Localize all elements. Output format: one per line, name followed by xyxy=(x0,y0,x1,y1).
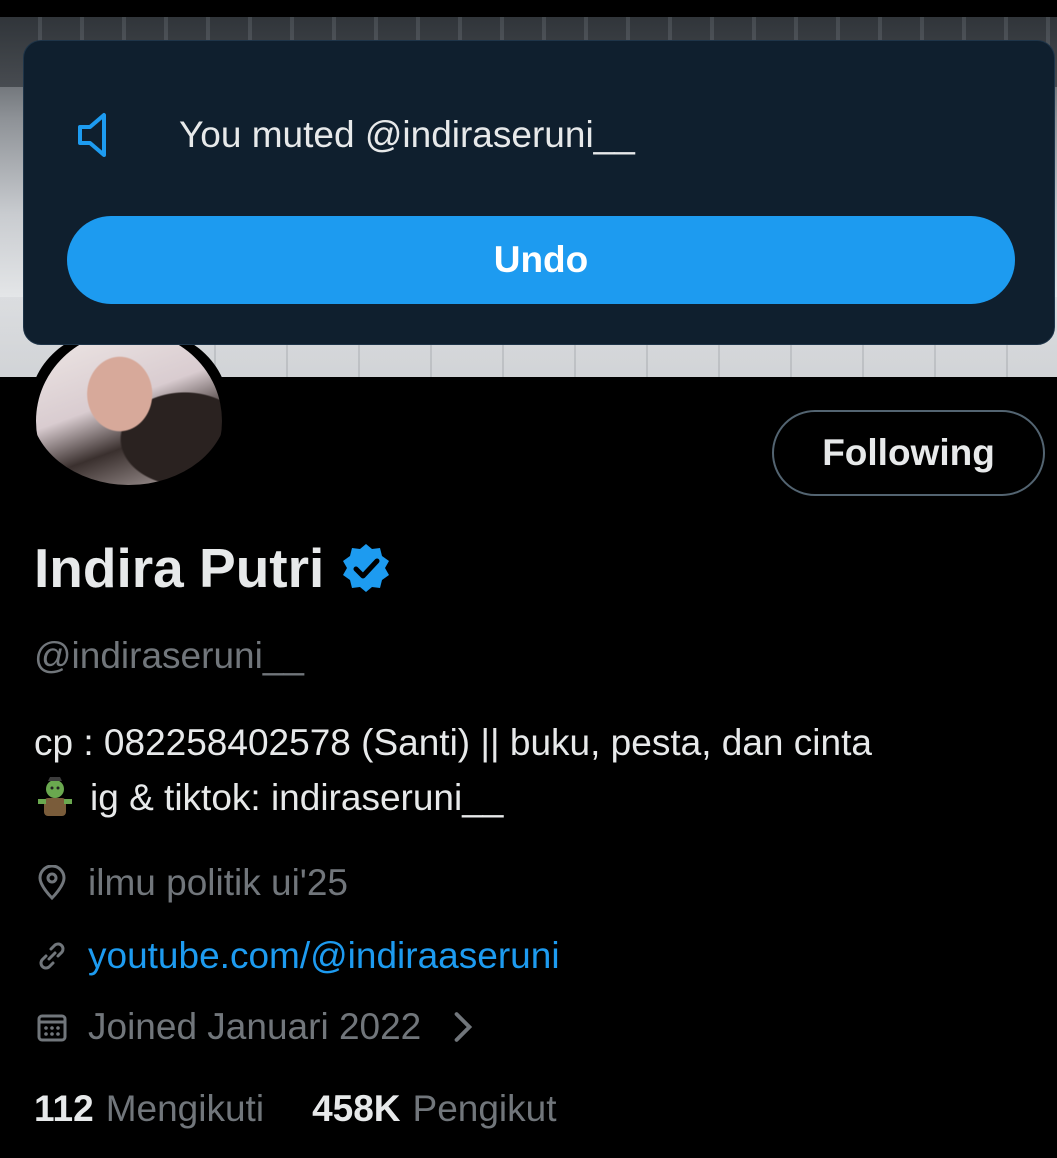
location-text: ilmu politik ui'25 xyxy=(88,862,349,903)
joined-text: Joined Januari 2022 xyxy=(88,1006,422,1047)
website-link[interactable]: youtube.com/@indiraaseruni xyxy=(88,935,560,977)
location-row: ilmu politik ui'25 xyxy=(34,862,348,904)
profile-bio: cp : 082258402578 (Santi) || buku, pesta… xyxy=(34,715,872,825)
location-pin-icon xyxy=(38,865,66,901)
following-button[interactable]: Following xyxy=(772,410,1045,496)
follow-stats: 112 Mengikuti 458K Pengikut xyxy=(34,1088,605,1130)
link-icon xyxy=(39,942,65,970)
joined-row[interactable]: Joined Januari 2022 xyxy=(34,1006,499,1048)
calendar-icon xyxy=(37,1014,67,1042)
toast-message: You muted @indiraseruni__ xyxy=(179,114,635,155)
followers-count[interactable]: 458K xyxy=(312,1088,400,1130)
website-row: youtube.com/@indiraaseruni xyxy=(34,935,560,977)
following-label[interactable]: Mengikuti xyxy=(106,1088,264,1130)
bio-line: cp : 082258402578 (Santi) || buku, pesta… xyxy=(34,722,872,763)
undo-button[interactable]: Undo xyxy=(67,216,1015,304)
following-count[interactable]: 112 xyxy=(34,1088,94,1130)
speaker-muted-icon xyxy=(78,113,106,157)
profile-name: Indira Putri xyxy=(34,537,325,599)
avatar-image xyxy=(36,331,222,485)
chevron-right-icon[interactable] xyxy=(445,1009,481,1045)
followers-label[interactable]: Pengikut xyxy=(413,1088,557,1130)
zombie-emoji-icon xyxy=(38,776,72,816)
verified-badge-icon[interactable] xyxy=(340,542,392,594)
avatar[interactable] xyxy=(30,325,228,485)
mute-toast: You muted @indiraseruni__ Undo xyxy=(23,40,1055,345)
profile-handle: @indiraseruni__ xyxy=(34,635,304,676)
profile-name-row: Indira Putri xyxy=(34,535,392,601)
bio-line: ig & tiktok: indiraseruni__ xyxy=(90,777,504,818)
